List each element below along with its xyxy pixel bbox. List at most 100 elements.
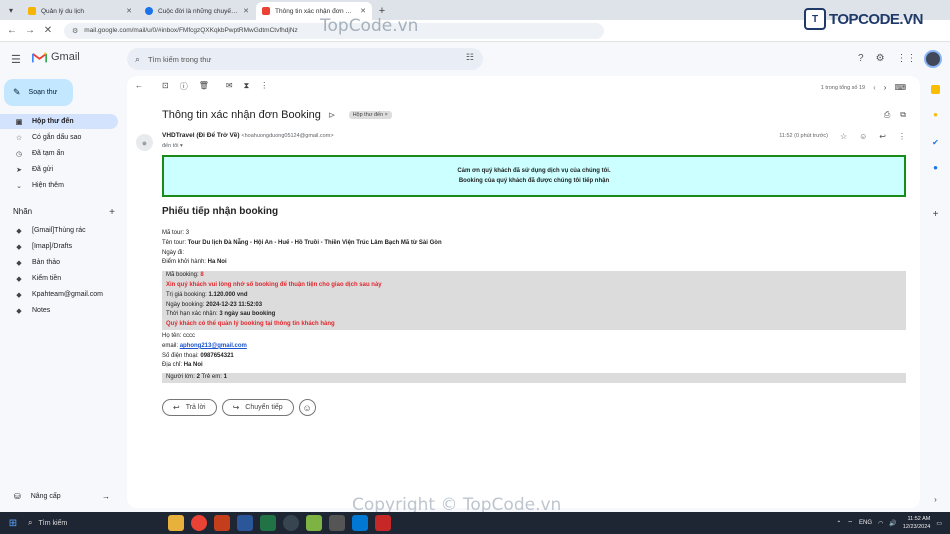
show-side-panel-icon[interactable]: › [931, 495, 940, 504]
search-options-icon[interactable]: ☷ [466, 52, 474, 63]
back-to-inbox-icon[interactable]: ← [135, 81, 143, 92]
label-name: Kpahteam@gmail.com [32, 291, 103, 298]
volume-icon[interactable]: 🔊 [889, 520, 896, 527]
recipient-text: đến tôi [162, 143, 179, 149]
reply-actions: ↩ Trả lời ↪ Chuyển tiếp ☺ [162, 399, 316, 416]
next-icon[interactable]: › [884, 83, 887, 92]
confirm-deadline: 3 ngày sau booking [219, 311, 276, 318]
recipient-details-toggle[interactable]: đến tôi ▾ [162, 143, 183, 149]
snooze-icon[interactable]: ⧗ [244, 81, 250, 92]
nav-item-inbox[interactable]: ▣ Hộp thư đến [0, 114, 118, 129]
topcode-logo: T TOPCODE.VN [804, 8, 923, 30]
delete-icon[interactable]: 🗑 [199, 81, 209, 92]
browser-tab-2[interactable]: Cuộc đời là những chuyến đi ✕ [139, 2, 255, 20]
main-menu-icon[interactable]: ☰ [11, 53, 21, 66]
notifications-icon[interactable]: ▭ [936, 520, 942, 527]
label-item[interactable]: ◆ [Gmail]Thùng rác [0, 223, 118, 238]
archive-icon[interactable]: ⊡ [162, 81, 169, 92]
more-vertical-icon[interactable]: ⋮ [260, 81, 268, 92]
clock[interactable]: 11:52 AM 12/23/2024 [903, 515, 931, 531]
open-in-new-window-icon[interactable]: ⧉ [900, 110, 906, 120]
vscode-icon[interactable] [352, 515, 368, 531]
label-tag-icon: ◆ [16, 275, 22, 283]
nav-item-sent[interactable]: ➤ Đã gửi [0, 162, 118, 177]
help-icon[interactable]: ? [858, 53, 864, 64]
customer-email-link[interactable]: aphong213@gmail.com [180, 343, 247, 349]
customer-address: Ha Noi [183, 362, 203, 369]
inbox-label-text: Hộp thư đến [352, 112, 384, 118]
banner-line-2: Booking của quý khách đã được chúng tôi … [458, 178, 610, 184]
compose-button[interactable]: ✎ Soạn thư [4, 79, 73, 106]
back-icon[interactable]: ← [4, 23, 20, 39]
important-marker-icon[interactable]: ⊳ [328, 110, 336, 120]
app-icon[interactable] [283, 515, 299, 531]
forward-button[interactable]: ↪ Chuyển tiếp [221, 399, 294, 416]
label-item[interactable]: ◆ Notes [0, 303, 118, 318]
label-item[interactable]: ◆ [Imap]/Drafts [0, 239, 118, 254]
input-tools-icon[interactable]: ⌨ [894, 83, 906, 92]
word-icon[interactable] [237, 515, 253, 531]
recorder-icon[interactable] [375, 515, 391, 531]
add-reaction-icon[interactable]: ☺ [859, 132, 867, 141]
settings-gear-icon[interactable]: ⚙ [876, 53, 885, 64]
search-icon[interactable]: ⌕ [135, 54, 140, 65]
close-tab-icon[interactable]: ✕ [126, 7, 132, 15]
taskbar-search[interactable]: ⌕ Tìm kiếm [28, 515, 148, 531]
add-label-icon[interactable]: + [109, 207, 115, 218]
label-item[interactable]: ◆ Kiểm tiền [0, 271, 118, 286]
booking-note-2: Quý khách có thể quản lý booking tại thô… [166, 321, 335, 328]
previous-icon[interactable]: ‹ [873, 83, 876, 92]
upgrade-button[interactable]: ⛁ Nâng cấp → [14, 492, 110, 501]
site-info-icon[interactable]: ⚙ [72, 27, 78, 35]
file-explorer-icon[interactable] [168, 515, 184, 531]
wifi-icon[interactable]: ◠ [878, 520, 883, 527]
get-addons-icon[interactable]: + [931, 209, 940, 220]
field-label: Thời hạn xác nhận: [166, 311, 218, 318]
label-item[interactable]: ◆ Bản thảo [0, 255, 118, 270]
tour-name-row: Tên tour: Tour Du lịch Đà Nẵng - Hội An … [162, 239, 906, 249]
label-item[interactable]: ◆ Kpahteam@gmail.com [0, 287, 118, 302]
close-tab-icon[interactable]: ✕ [243, 7, 249, 15]
message-actions: ☆ ☺ ↩ ⋮ [840, 132, 906, 141]
reply-button[interactable]: ↩ Trả lời [162, 399, 217, 416]
mark-unread-icon[interactable]: ✉ [226, 81, 233, 92]
nav-item-starred[interactable]: ☆ Có gắn dấu sao [0, 130, 118, 145]
field-label: email: [162, 342, 179, 349]
forward-icon[interactable]: → [22, 23, 38, 39]
reply-label: Trả lời [185, 404, 206, 411]
inbox-label-chip[interactable]: Hộp thư đến × [348, 111, 392, 119]
reload-icon[interactable]: ✕ [40, 23, 56, 39]
tasks-icon[interactable]: ✔ [931, 138, 940, 147]
compose-label: Soạn thư [28, 89, 58, 96]
browser-tab-1[interactable]: Quản lý du lịch ✕ [22, 2, 138, 20]
booking-code: 8 [200, 272, 204, 279]
apps-grid-icon[interactable]: ⋮⋮ [897, 53, 917, 64]
network-icon[interactable]: ⌔ [847, 519, 853, 527]
excel-icon[interactable] [260, 515, 276, 531]
more-vertical-icon[interactable]: ⋮ [898, 132, 906, 141]
reply-icon[interactable]: ↩ [879, 132, 886, 141]
notepad-plus-icon[interactable] [306, 515, 322, 531]
language-indicator[interactable]: ENG [859, 520, 872, 526]
nav-item-snoozed[interactable]: ◷ Đã tạm ẩn [0, 146, 118, 161]
account-avatar[interactable] [924, 50, 942, 68]
calendar-icon[interactable] [931, 85, 940, 94]
windows-start-icon[interactable]: ⊞ [4, 514, 22, 532]
contacts-icon[interactable]: ● [931, 163, 940, 172]
terminal-icon[interactable] [329, 515, 345, 531]
nav-item-more[interactable]: ⌄ Hiện thêm [0, 178, 118, 193]
report-spam-icon[interactable]: ⓘ [180, 81, 188, 92]
gmail-logo[interactable]: Gmail [32, 51, 80, 63]
mail-search-input[interactable]: ⌕ Tìm kiếm trong thư ☷ [127, 48, 483, 70]
print-icon[interactable]: ⎙ [884, 110, 890, 120]
customer-name: cccc [183, 332, 196, 339]
star-icon[interactable]: ☆ [840, 132, 847, 141]
keep-icon[interactable]: ● [931, 110, 940, 119]
tray-overflow-icon[interactable]: ⌃ [836, 520, 841, 527]
email-view: ← ⊡ ⓘ 🗑 ✉ ⧗ ⋮ 1 trong tổng số 19 ‹ › ⌨ T… [127, 76, 920, 508]
powerpoint-icon[interactable] [214, 515, 230, 531]
emoji-reaction-button[interactable]: ☺ [298, 399, 316, 416]
chrome-icon[interactable] [191, 515, 207, 531]
close-tab-icon[interactable]: ✕ [360, 7, 366, 15]
tab-search-chevron-icon[interactable]: ▾ [0, 0, 22, 20]
